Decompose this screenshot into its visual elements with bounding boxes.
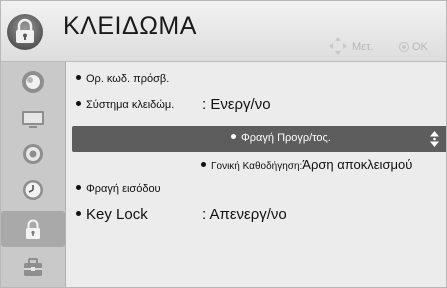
bullet-icon [201, 161, 206, 167]
menu-content: Ορ. κωδ. πρόσβ. Σύστημα κλειδώμ. : Ενεργ… [66, 62, 446, 287]
sidebar-item-options[interactable] [1, 249, 65, 285]
lock-menu-window: ΚΛΕΙΔΩΜΑ Μετ. OK Ορ. κωδ. πρόσβ. Σύστημα… [0, 0, 447, 288]
ok-circle-icon [398, 41, 410, 53]
picture-icon [22, 71, 44, 93]
page-title: ΚΛΕΙΔΩΜΑ [63, 12, 197, 40]
menu-header: ΚΛΕΙΔΩΜΑ Μετ. OK [1, 1, 446, 62]
clock-icon [23, 180, 43, 200]
menu-item-label: Γονική Καθοδήγηση: [211, 161, 303, 172]
ok-hint-label: OK [412, 41, 428, 53]
sidebar-item-screen[interactable] [1, 100, 65, 136]
menu-item-block-program[interactable]: Φραγή Προγρ/τος. [72, 126, 446, 152]
toolbox-icon [24, 258, 42, 276]
bullet-icon [76, 184, 81, 190]
bullet-icon [76, 100, 81, 106]
menu-item-label: Key Lock [86, 206, 148, 223]
menu-item-set-password[interactable]: Ορ. κωδ. πρόσβ. [76, 73, 169, 85]
up-down-arrows-icon[interactable] [430, 131, 439, 147]
menu-item-label: Σύστημα κλειδώμ. [86, 99, 175, 111]
speaker-icon [23, 144, 43, 164]
menu-item-lock-system[interactable]: Σύστημα κλειδώμ. [76, 99, 174, 111]
bullet-icon [76, 74, 81, 80]
parental-guidance-value: Άρση αποκλεισμού [302, 157, 413, 172]
screen-icon [22, 111, 44, 128]
four-way-arrows-icon [329, 37, 347, 55]
menu-item-label: Φραγή Προγρ/τος. [241, 132, 331, 144]
sidebar-item-lock[interactable] [1, 211, 65, 247]
category-sidebar [1, 62, 66, 287]
menu-item-label: Φραγή εισόδου [86, 183, 161, 195]
bullet-icon [76, 210, 81, 216]
sidebar-item-audio[interactable] [1, 136, 65, 172]
lock-icon [26, 219, 40, 239]
menu-item-input-block[interactable]: Φραγή εισόδου [76, 183, 161, 195]
key-lock-value: : Απενεργ/νο [202, 206, 287, 223]
move-hint-label: Μετ. [352, 41, 374, 53]
lock-system-value: : Ενεργ/νο [202, 96, 271, 113]
menu-item-label: Ορ. κωδ. πρόσβ. [86, 73, 170, 85]
menu-item-parental-guidance[interactable]: Γονική Καθοδήγηση:Άρση αποκλεισμού [201, 157, 412, 172]
block-program-text: Φραγή Προγρ/τος. [231, 132, 331, 144]
sidebar-item-picture[interactable] [1, 64, 65, 100]
menu-item-key-lock[interactable]: Key Lock [76, 206, 148, 223]
padlock-icon [7, 14, 43, 50]
sidebar-item-time[interactable] [1, 172, 65, 208]
bullet-icon [231, 133, 236, 139]
